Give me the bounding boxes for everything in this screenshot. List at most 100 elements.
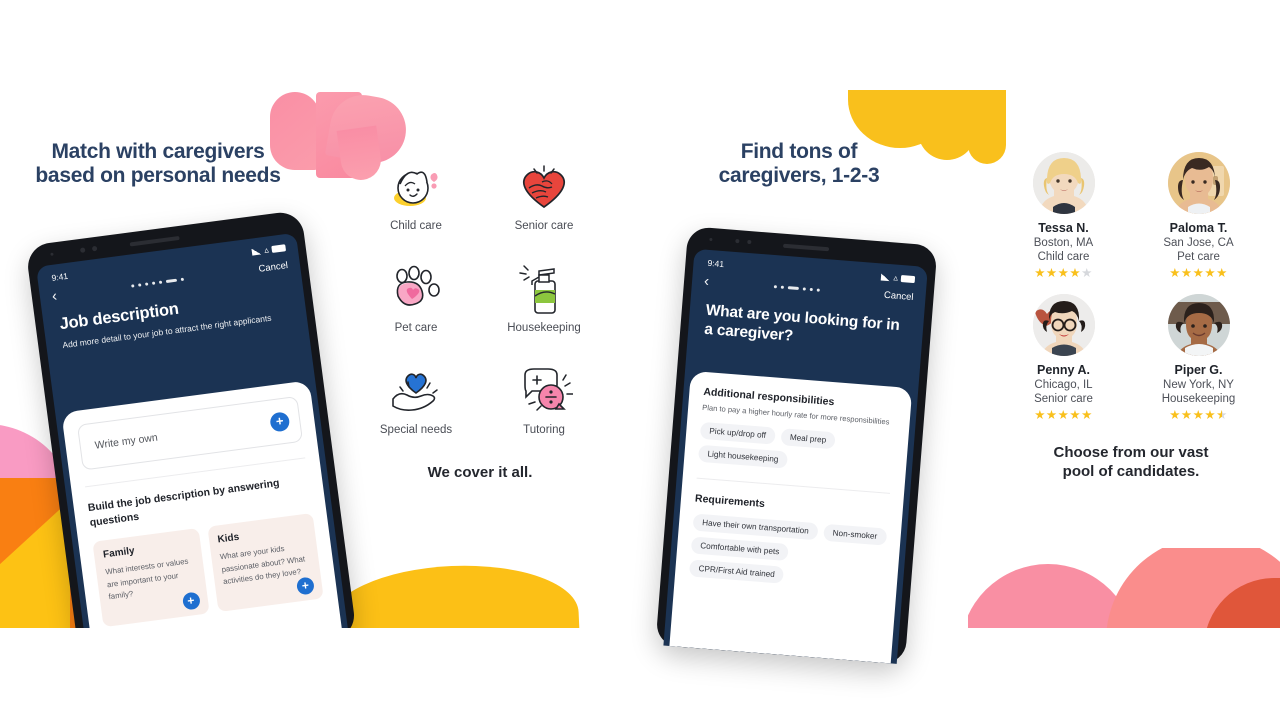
caregiver-service: Senior care <box>1034 392 1093 405</box>
caregiver-location: New York, NY <box>1163 378 1234 391</box>
section-requirements: Requirements Have their own transportati… <box>688 493 889 592</box>
cellular-signal-icon <box>881 273 891 281</box>
avatar <box>1032 293 1095 356</box>
star-filled-icon: ★ <box>1034 407 1046 422</box>
status-icons: ▵ <box>881 271 916 285</box>
service-item-senior-care[interactable]: Senior care <box>480 160 608 232</box>
service-label: Senior care <box>514 220 574 232</box>
chip[interactable]: CPR/First Aid trained <box>688 559 785 585</box>
left-phone-mockup: 9:41 ▵ ‹ Cancel Job description Add more… <box>25 209 357 628</box>
avatar <box>1167 293 1230 356</box>
avatar <box>1032 152 1095 214</box>
left-phone-sheet: Write my own + Build the job description… <box>61 380 344 628</box>
cancel-button[interactable]: Cancel <box>884 290 914 303</box>
chip[interactable]: Meal prep <box>780 428 836 450</box>
phone-earpiece <box>782 243 830 252</box>
yellow-hill-shape <box>326 560 580 628</box>
cancel-button[interactable]: Cancel <box>258 260 289 275</box>
caregiver-card[interactable]: Tessa N. Boston, MA Child care ★★★★★ <box>1000 152 1127 280</box>
paw-print-icon <box>352 262 480 318</box>
star-filled-icon: ★ <box>1180 407 1193 422</box>
caregiver-location: Boston, MA <box>1033 237 1094 249</box>
star-filled-icon: ★ <box>1057 407 1070 422</box>
write-my-own-row[interactable]: Write my own + <box>76 395 304 471</box>
service-item-pet-care[interactable]: Pet care <box>352 262 480 334</box>
caregiver-name: Paloma T. <box>1169 221 1228 235</box>
child-face-icon <box>352 160 480 216</box>
battery-icon <box>271 243 287 253</box>
section-additional-responsibilities: Additional responsibilities Plan to pay … <box>697 386 897 477</box>
chevron-left-icon[interactable]: ‹ <box>703 273 709 290</box>
status-time: 9:41 <box>707 257 725 270</box>
progress-dot <box>780 285 784 289</box>
progress-dot <box>131 284 135 288</box>
rating-stars: ★★★★★ <box>1000 267 1127 280</box>
service-label: Pet care <box>394 322 438 334</box>
star-filled-icon: ★ <box>1216 266 1228 280</box>
status-time: 9:41 <box>50 270 69 283</box>
question-card-kids[interactable]: Kids What are your kids passionate about… <box>206 513 324 613</box>
star-filled-icon: ★ <box>1045 407 1058 422</box>
caregiver-card[interactable]: Paloma T. San Jose, CA Pet care ★★★★★ <box>1135 152 1262 280</box>
caregiver-service: Pet care <box>1177 251 1220 263</box>
star-filled-icon: ★ <box>1192 266 1205 280</box>
chip[interactable]: Pick up/drop off <box>699 422 776 445</box>
star-filled-icon: ★ <box>1180 266 1193 280</box>
phone-sensor-dot <box>50 252 54 256</box>
star-filled-icon: ★ <box>1204 266 1217 280</box>
chip[interactable]: Have their own transportation <box>692 513 819 541</box>
phone-sensor-dot <box>709 237 713 242</box>
phone-camera-dot <box>79 247 86 253</box>
star-filled-icon: ★ <box>1045 266 1058 280</box>
progress-dot-active <box>165 278 178 284</box>
left-headline: Match with caregivers based on personal … <box>35 140 281 187</box>
star-filled-icon: ★ <box>1069 266 1082 280</box>
heart-hands-icon <box>480 160 608 216</box>
wifi-icon: ▵ <box>893 271 899 283</box>
star-filled-icon: ★ <box>1057 266 1070 280</box>
plus-icon[interactable]: + <box>181 591 201 612</box>
star-filled-icon: ★ <box>1034 266 1046 280</box>
plus-icon[interactable]: + <box>269 410 291 433</box>
progress-dot <box>816 288 820 292</box>
progress-dot-active <box>787 285 799 291</box>
star-filled-icon: ★ <box>1169 266 1181 280</box>
service-item-special-needs[interactable]: Special needs <box>352 364 480 436</box>
service-label: Tutoring <box>523 424 565 436</box>
star-filled-icon: ★ <box>1081 407 1093 422</box>
right-phone-mockup: 9:41 ▵ ‹ Cancel What are you looking for… <box>655 226 938 665</box>
service-item-tutoring[interactable]: Tutoring <box>480 364 608 436</box>
phone-camera-dot <box>735 238 740 244</box>
caregiver-location: Chicago, IL <box>1034 378 1093 391</box>
service-label: Child care <box>390 220 442 232</box>
star-empty-icon: ★ <box>1081 266 1093 280</box>
avatar <box>1167 152 1230 214</box>
progress-dot <box>802 287 806 291</box>
plus-icon[interactable]: + <box>295 576 316 596</box>
phone-earpiece <box>129 235 180 247</box>
phone-camera-dot-2 <box>91 245 98 252</box>
caregiver-card[interactable]: Penny A. Chicago, IL Senior care ★★★★★ <box>1000 293 1127 422</box>
caregiver-service: Housekeeping <box>1161 392 1236 405</box>
caregiver-name: Tessa N. <box>1038 221 1089 235</box>
chip[interactable]: Non-smoker <box>823 524 887 547</box>
rating-stars: ★★★★★ <box>1135 407 1262 422</box>
chip[interactable]: Light housekeeping <box>697 445 788 470</box>
question-card-family[interactable]: Family What interests or values are impo… <box>92 528 210 628</box>
chip[interactable]: Comfortable with pets <box>690 536 789 562</box>
rating-stars: ★★★★★ <box>1000 407 1127 422</box>
caregiver-card[interactable]: Piper G. New York, NY Housekeeping ★★★★★ <box>1135 293 1262 422</box>
hand-heart-icon <box>352 364 480 420</box>
question-card-list: Family What interests or values are impo… <box>92 513 324 628</box>
chevron-left-icon[interactable]: ‹ <box>51 287 58 305</box>
cellular-signal-icon <box>251 246 262 256</box>
star-half-icon: ★ <box>1216 407 1228 422</box>
caregiver-name: Piper G. <box>1174 362 1223 377</box>
service-item-housekeeping[interactable]: Housekeeping <box>480 262 608 334</box>
service-item-child-care[interactable]: Child care <box>352 160 480 232</box>
caregiver-location: San Jose, CA <box>1163 237 1234 249</box>
service-category-grid: Child care Senior care Pet care Housekee… <box>352 160 608 481</box>
pink-wave-decor <box>968 548 1280 628</box>
progress-dots <box>131 277 185 288</box>
service-label: Special needs <box>379 424 453 436</box>
